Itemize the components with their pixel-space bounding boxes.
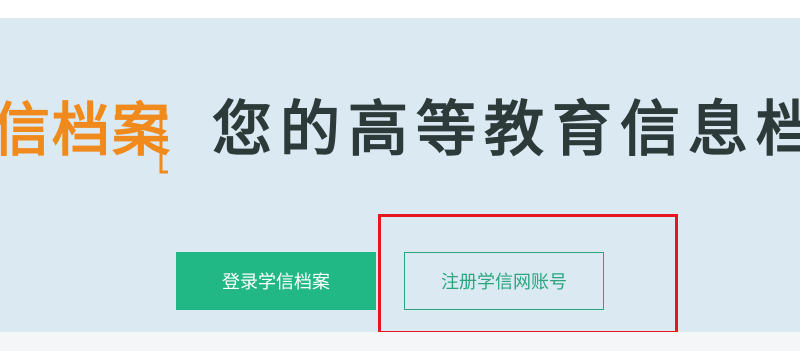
login-button[interactable]: 登录学信档案 xyxy=(176,252,376,310)
login-button-label: 登录学信档案 xyxy=(222,272,330,293)
hero-slogan: 您的高等教育信息档 xyxy=(212,95,800,165)
brand-title: 信档案 xyxy=(0,96,173,164)
brand-bracket-mark xyxy=(159,106,168,174)
bottom-strip xyxy=(0,332,800,351)
page-frame: 信档案 您的高等教育信息档 登录学信档案 注册学信网账号 xyxy=(0,0,800,351)
annotation-highlight-box xyxy=(378,214,678,334)
